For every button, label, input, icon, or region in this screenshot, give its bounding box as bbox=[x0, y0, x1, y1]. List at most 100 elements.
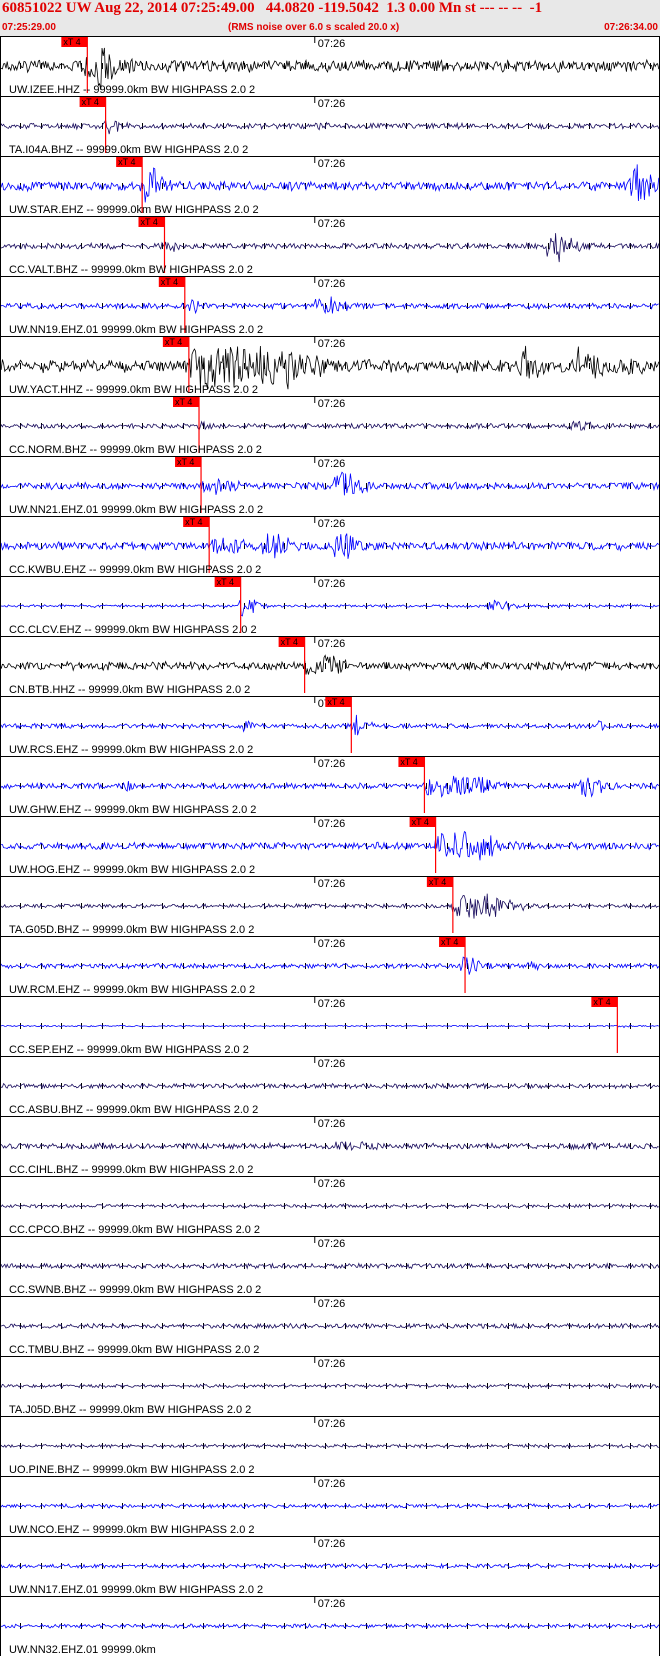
minute-tick-label: 07:26 bbox=[318, 218, 346, 230]
minute-tick-label: 07:26 bbox=[318, 38, 346, 50]
waveform bbox=[0, 599, 659, 617]
trace-panel: 07:26 xT 4 UW.IZEE.HHZ -- 99999.0km BW HIG… bbox=[0, 36, 660, 96]
seismogram-plot: 07:26xT 4UW.IZEE.HHZ -- 99999.0km BW HIG… bbox=[0, 36, 660, 1656]
station-label: UW.NN17.EHZ.01 99999.0km BW HIGHPASS 2.0… bbox=[9, 1584, 263, 1596]
end-time: 07:26:34.00 bbox=[604, 22, 658, 33]
waveform bbox=[0, 1203, 659, 1209]
pick-label: xT 4 bbox=[217, 577, 234, 587]
pick-label: xT 4 bbox=[185, 517, 202, 527]
trace-panel: 07:26 UW.NCO.EHZ -- 99999.0km BW HIGHPASS… bbox=[0, 1476, 660, 1536]
station-label: CC.SEP.EHZ -- 99999.0km BW HIGHPASS 2.0 … bbox=[9, 1044, 249, 1056]
trace-panel: 07:26 CC.CPCO.BHZ -- 99999.0km BW HIGHPAS… bbox=[0, 1176, 660, 1236]
station-label: UW.NN21.EHZ.01 99999.0km BW HIGHPASS 2.0… bbox=[9, 504, 263, 516]
minute-tick-label: 07:26 bbox=[318, 1538, 346, 1550]
trace-panel: 07:26 xT 4 TA.I04A.BHZ -- 99999.0km BW HIG… bbox=[0, 96, 660, 156]
pick-label: xT 4 bbox=[400, 757, 417, 767]
minute-tick-label: 07:26 bbox=[318, 938, 346, 950]
trace-panel: 07:26 UO.PINE.BHZ -- 99999.0km BW HIGHPAS… bbox=[0, 1416, 660, 1476]
trace-panel: 07:26 xT 4 CC.CLCV.EHZ -- 99999.0km BW HIG… bbox=[0, 576, 660, 636]
station-label: CC.ASBU.BHZ -- 99999.0km BW HIGHPASS 2.0… bbox=[9, 1104, 258, 1116]
waveform bbox=[0, 1383, 660, 1389]
station-label: UW.STAR.EHZ -- 99999.0km BW HIGHPASS 2.0… bbox=[9, 204, 259, 216]
minute-tick-label: 07:26 bbox=[318, 1178, 346, 1190]
trace-panel: 07:26 xT 4 UW.NN21.EHZ.01 99999.0km BW HIG… bbox=[0, 456, 660, 516]
station-label: UW.NN32.EHZ.01 99999.0km bbox=[9, 1644, 156, 1656]
station-label: UW.HOG.EHZ -- 99999.0km BW HIGHPASS 2.0 … bbox=[9, 864, 255, 876]
minute-tick-label: 07:26 bbox=[318, 338, 346, 350]
pick-label: xT 4 bbox=[63, 37, 80, 47]
trace-panel: 07:26 CC.SWNB.BHZ -- 99999.0km BW HIGHPAS… bbox=[0, 1236, 660, 1296]
trace-panel: 07:26 xT 4 UW.HOG.EHZ -- 99999.0km BW HIGH… bbox=[0, 816, 660, 876]
pick-label: xT 4 bbox=[327, 697, 344, 707]
waveform bbox=[0, 893, 659, 919]
waveform bbox=[0, 654, 660, 675]
pick-label: xT 4 bbox=[161, 277, 178, 287]
pick-label: xT 4 bbox=[281, 637, 298, 647]
minute-tick-label: 07:26 bbox=[318, 1358, 346, 1370]
waveform bbox=[0, 345, 660, 390]
minute-tick-label: 07:26 bbox=[318, 1058, 346, 1070]
trace-panel: 07:26 xT 4 UW.RCM.EHZ -- 99999.0km BW HIGH… bbox=[0, 936, 660, 996]
minute-tick-label: 07:26 bbox=[318, 638, 346, 650]
trace-panel: 07:26 xT 4 CC.VALT.BHZ -- 99999.0km BW HIG… bbox=[0, 216, 660, 276]
station-label: UW.IZEE.HHZ -- 99999.0km BW HIGHPASS 2.0… bbox=[9, 84, 255, 96]
waveform bbox=[0, 1262, 660, 1270]
waveform bbox=[0, 1024, 659, 1029]
traces-layer: 07:26xT 4UW.IZEE.HHZ -- 99999.0km BW HIG… bbox=[0, 36, 660, 1656]
waveform bbox=[0, 164, 660, 203]
pick-label: xT 4 bbox=[118, 157, 135, 167]
waveform bbox=[0, 830, 660, 861]
pick-label: xT 4 bbox=[441, 937, 458, 947]
trace-panel: 07:26 xT 4 UW.STAR.EHZ -- 99999.0km BW HIG… bbox=[0, 156, 660, 216]
plot-header: 60851022 UW Aug 22, 2014 07:25:49.00 44.… bbox=[0, 0, 660, 36]
trace-panel: 07:26 xT 4 TA.G05D.BHZ -- 99999.0km BW HIG… bbox=[0, 876, 660, 936]
minute-tick-label: 07:26 bbox=[318, 278, 346, 290]
minute-tick-label: 07:26 bbox=[318, 1418, 346, 1430]
waveform bbox=[0, 118, 660, 135]
station-label: CC.CIHL.BHZ -- 99999.0km BW HIGHPASS 2.0… bbox=[9, 1164, 253, 1176]
trace-panel: 07:26 xT 4 CC.SEP.EHZ -- 99999.0km BW HIGH… bbox=[0, 996, 660, 1056]
minute-tick-label: 07:26 bbox=[318, 398, 346, 410]
station-label: CC.TMBU.BHZ -- 99999.0km BW HIGHPASS 2.0… bbox=[9, 1344, 259, 1356]
minute-tick-label: 07:26 bbox=[318, 1298, 346, 1310]
station-label: UW.NCO.EHZ -- 99999.0km BW HIGHPASS 2.0 … bbox=[9, 1524, 255, 1536]
station-label: UW.YACT.HHZ -- 99999.0km BW HIGHPASS 2.0… bbox=[9, 384, 258, 396]
station-label: UW.RCM.EHZ -- 99999.0km BW HIGHPASS 2.0 … bbox=[9, 984, 255, 996]
station-label: CC.NORM.BHZ -- 99999.0km BW HIGHPASS 2.0… bbox=[9, 444, 262, 456]
minute-tick-label: 07:26 bbox=[318, 1238, 346, 1250]
waveform bbox=[0, 1141, 659, 1151]
minute-tick-label: 07:26 bbox=[318, 1478, 346, 1490]
waveform bbox=[0, 1443, 659, 1449]
station-label: CC.SWNB.BHZ -- 99999.0km BW HIGHPASS 2.0… bbox=[9, 1284, 261, 1296]
minute-tick-label: 07:26 bbox=[318, 158, 346, 170]
waveform bbox=[0, 775, 660, 798]
minute-tick-label: 07:26 bbox=[318, 998, 346, 1010]
pick-label: xT 4 bbox=[412, 817, 429, 827]
waveform bbox=[0, 956, 660, 975]
waveform bbox=[0, 1322, 660, 1330]
waveform bbox=[0, 1503, 659, 1510]
pick-label: xT 4 bbox=[82, 97, 99, 107]
trace-panel: 07:26 xT 4 UW.GHW.EHZ -- 99999.0km BW HIGH… bbox=[0, 756, 660, 816]
trace-panel: 07:26 xT 4 CN.BTB.HHZ -- 99999.0km BW HIGH… bbox=[0, 636, 660, 696]
event-title: 60851022 UW Aug 22, 2014 07:25:49.00 44.… bbox=[2, 0, 543, 16]
trace-panel: 07:26xT 4UW.RCS.EHZ -- 99999.0km BW HIGH… bbox=[0, 696, 660, 756]
station-label: CN.BTB.HHZ -- 99999.0km BW HIGHPASS 2.0 … bbox=[9, 684, 250, 696]
start-time: 07:25:29.00 bbox=[2, 22, 56, 33]
waveform bbox=[0, 471, 660, 496]
waveform bbox=[0, 1623, 660, 1629]
minute-tick-label: 07:26 bbox=[318, 98, 346, 110]
station-label: UW.RCS.EHZ -- 99999.0km BW HIGHPASS 2.0 … bbox=[9, 744, 253, 756]
minute-tick-label: 07:26 bbox=[318, 818, 346, 830]
station-label: CC.CPCO.BHZ -- 99999.0km BW HIGHPASS 2.0… bbox=[9, 1224, 260, 1236]
waveform bbox=[0, 233, 660, 263]
trace-panel: 07:26 xT 4 CC.KWBU.EHZ -- 99999.0km BW HIG… bbox=[0, 516, 660, 576]
pick-label: xT 4 bbox=[165, 337, 182, 347]
waveform bbox=[0, 714, 660, 736]
minute-tick-label: 07:26 bbox=[318, 878, 346, 890]
trace-panel: 07:26 CC.ASBU.BHZ -- 99999.0km BW HIGHPAS… bbox=[0, 1056, 660, 1116]
minute-tick-label: 07:26 bbox=[318, 578, 346, 590]
trace-panel: 07:26 xT 4 UW.NN19.EHZ.01 99999.0km BW HIG… bbox=[0, 276, 660, 336]
minute-tick-label: 07:26 bbox=[318, 518, 346, 530]
station-label: TA.I04A.BHZ -- 99999.0km BW HIGHPASS 2.0… bbox=[9, 144, 248, 156]
